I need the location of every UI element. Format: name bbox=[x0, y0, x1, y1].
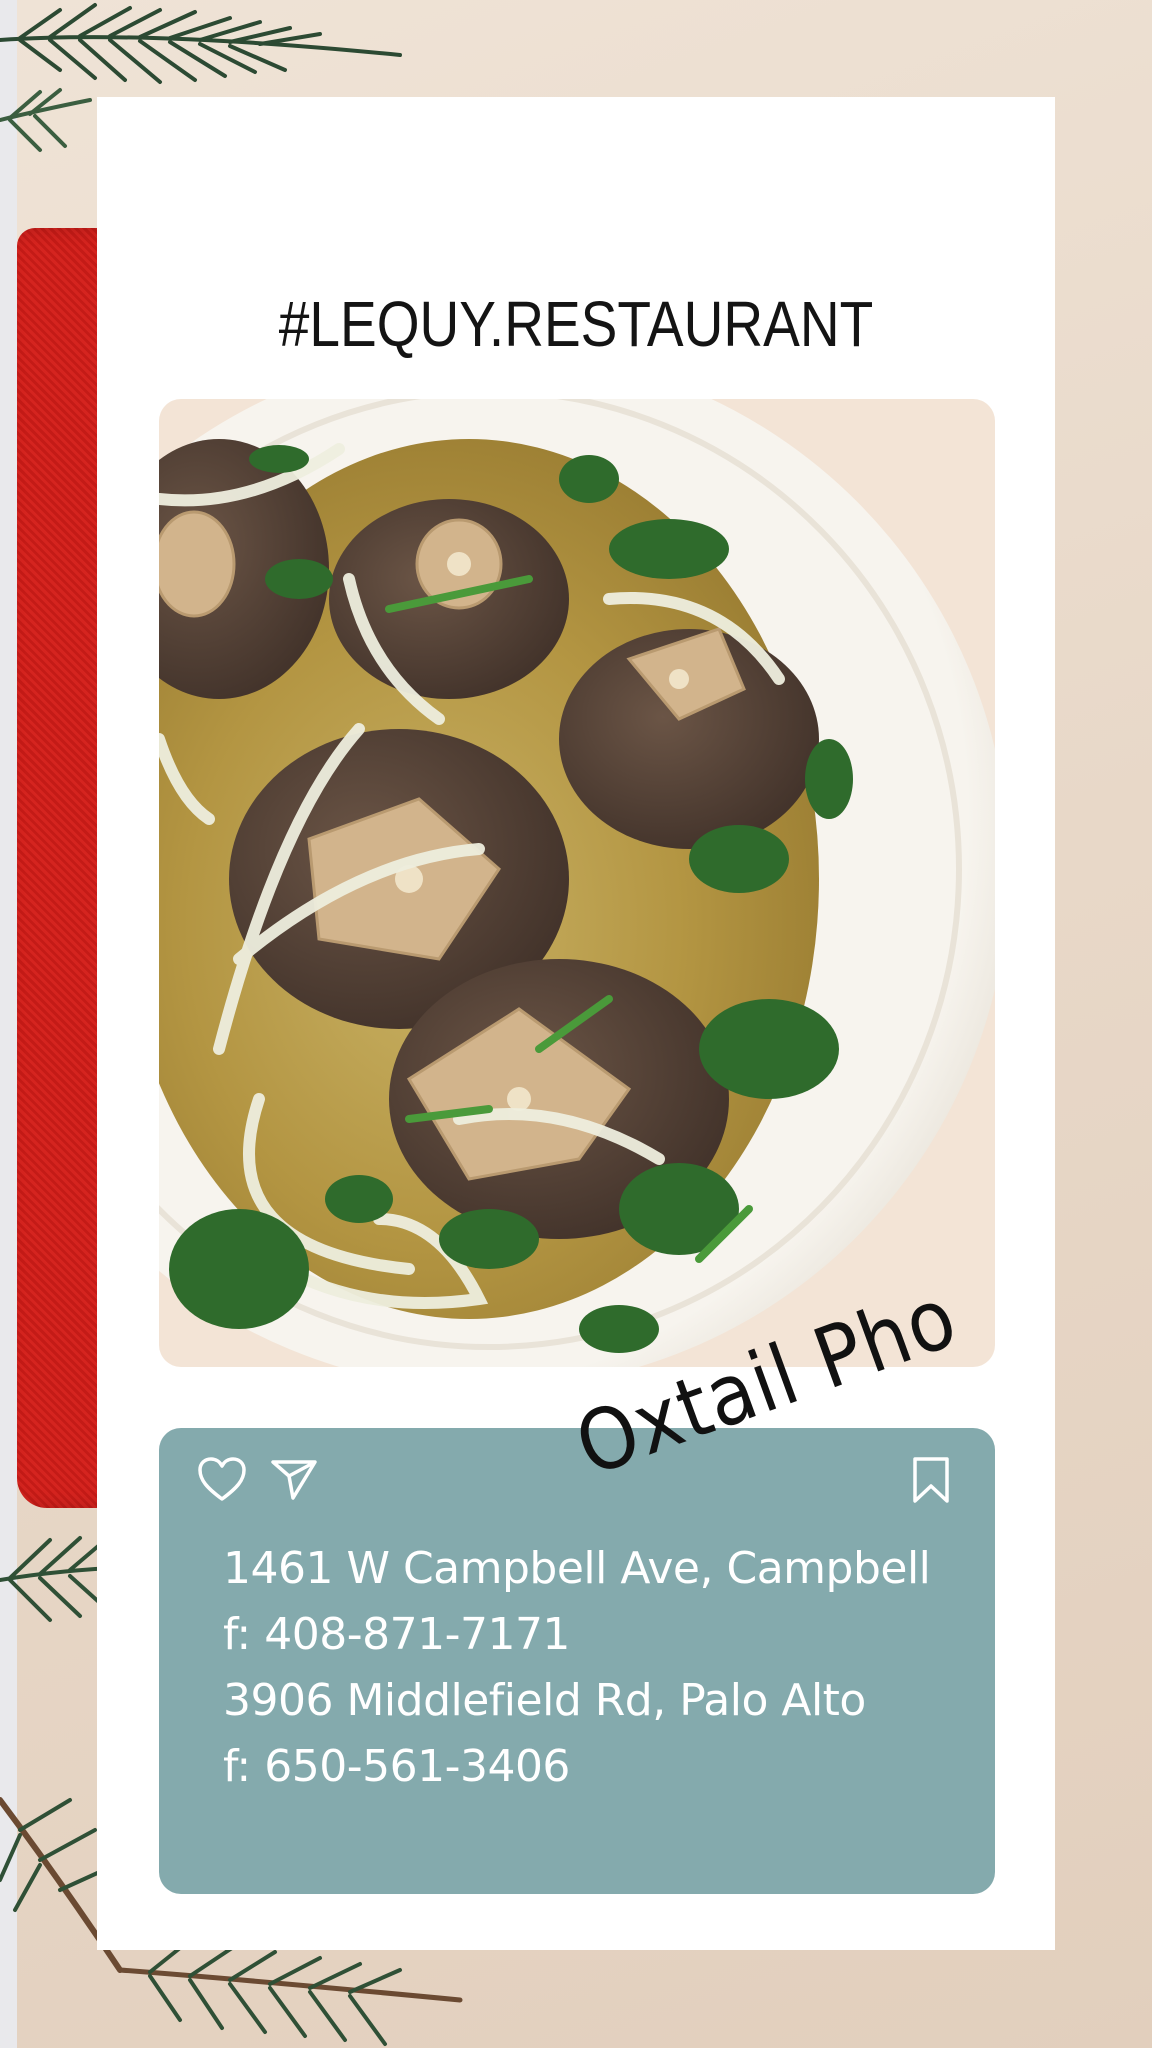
send-icon[interactable] bbox=[271, 1458, 317, 1500]
location-phone: f: 408-871-7171 bbox=[223, 1609, 570, 1660]
location-address: 3906 Middlefield Rd, Palo Alto bbox=[223, 1675, 866, 1726]
dish-photo bbox=[159, 399, 995, 1367]
location-address: 1461 W Campbell Ave, Campbell bbox=[223, 1543, 931, 1594]
restaurant-title: #LEQUY.RESTAURANT bbox=[278, 288, 874, 360]
heart-icon[interactable] bbox=[197, 1456, 247, 1502]
info-panel: 1461 W Campbell Ave, Campbell f: 408-871… bbox=[159, 1428, 995, 1894]
location-phone: f: 650-561-3406 bbox=[223, 1741, 570, 1792]
post-card: #LEQUY.RESTAURANT 1461 W Campbell Ave, C… bbox=[97, 97, 1055, 1950]
locations-list: 1461 W Campbell Ave, Campbell f: 408-871… bbox=[223, 1536, 931, 1800]
bookmark-icon[interactable] bbox=[911, 1456, 951, 1504]
